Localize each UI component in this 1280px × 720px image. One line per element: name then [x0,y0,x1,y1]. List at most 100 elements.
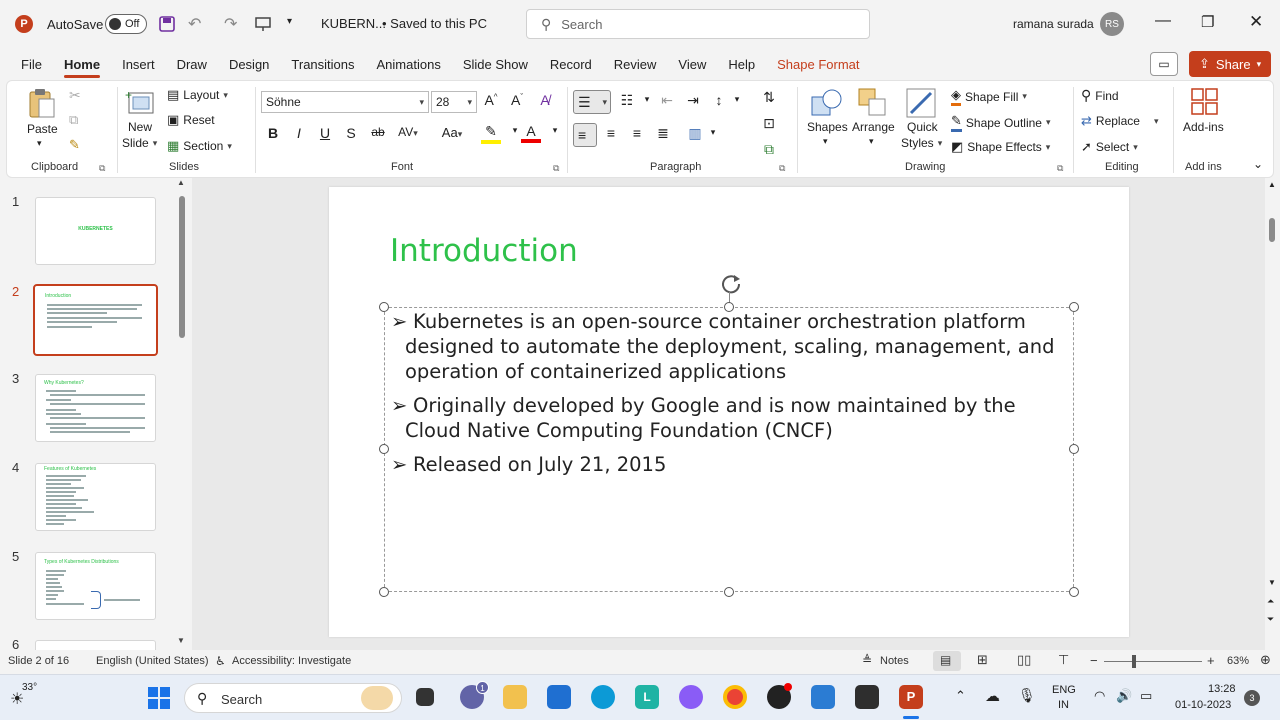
scroll-up-icon[interactable]: ▲ [177,178,185,187]
volume-icon[interactable]: 🔊 [1116,688,1132,704]
search-box[interactable]: ⚲ Search [526,9,870,39]
new-slide-label-2[interactable]: Slide ▾ [122,136,157,150]
scroll-down-icon[interactable]: ▼ [177,636,185,645]
slide-title[interactable]: Introduction [390,233,578,269]
avatar[interactable]: RS [1100,12,1124,36]
dialog-launcher-icon[interactable]: ⧉ [1057,163,1063,174]
add-ins-label[interactable]: Add-ins [1183,120,1224,134]
decrease-indent-icon[interactable]: ⇤ [657,92,677,109]
user-name[interactable]: ramana surada [1013,17,1094,31]
line-spacing-icon[interactable]: ↕ [709,92,729,108]
new-slide-icon[interactable]: + [125,87,157,117]
language-status[interactable]: English (United States) [96,655,209,667]
slideshow-icon[interactable]: ⊤ [1058,652,1069,668]
dialog-launcher-icon[interactable]: ⧉ [99,163,105,174]
copy-icon[interactable]: ⧉ [69,112,78,128]
language-region[interactable]: IN [1058,699,1069,711]
cut-icon[interactable]: ✂ [69,87,81,104]
powerpoint-taskbar-icon[interactable]: P [899,685,923,709]
windows-start-icon[interactable] [147,686,171,710]
strikethrough-button[interactable]: ab [368,125,388,139]
notes-icon[interactable]: ≜ [862,653,872,667]
quick-label[interactable]: Quick [907,120,938,134]
chevron-down-icon[interactable]: ▾ [823,136,828,147]
thumbnails-scrollbar-thumb[interactable] [179,196,185,338]
format-painter-icon[interactable]: ✎ [69,137,80,153]
restore-icon[interactable]: ❐ [1201,13,1214,31]
font-size-field[interactable]: 28 ▾ [431,91,477,113]
store-icon[interactable] [547,685,571,709]
tab-slide-show[interactable]: Slide Show [452,48,539,80]
shape-effects-button[interactable]: ◩ Shape Effects ▾ [951,139,1050,155]
language-indicator[interactable]: ENG [1052,684,1076,696]
chevron-down-icon[interactable]: ▾ [637,94,657,105]
chevron-down-icon[interactable]: ▾ [545,125,565,136]
app-l-icon[interactable]: L [635,685,659,709]
underline-button[interactable]: U [315,125,335,141]
onedrive-icon[interactable]: ☁ [985,687,1000,705]
slide-thumbnail-1[interactable]: KUBERNETES [35,197,156,265]
tab-view[interactable]: View [667,48,717,80]
bullets-button[interactable]: ☰ ▾ [573,90,611,114]
select-button[interactable]: ➚ Select ▾ [1081,139,1138,155]
slide-sorter-icon[interactable]: ⊞ [977,652,988,668]
file-explorer-icon[interactable] [503,685,527,709]
accessibility-icon[interactable]: ♿ [215,654,226,668]
bold-button[interactable]: B [263,125,283,141]
chrome-icon[interactable] [723,685,747,709]
notepad-icon[interactable] [811,685,835,709]
fit-to-window-icon[interactable]: ⊕ [1260,652,1271,668]
find-button[interactable]: ⚲ Find [1081,87,1119,104]
terminal-icon[interactable] [855,685,879,709]
slide-thumbnail-3[interactable]: Why Kubernetes? [35,374,156,442]
tab-home[interactable]: Home [53,48,111,80]
add-ins-icon[interactable] [1190,87,1220,117]
minimize-icon[interactable]: — [1155,12,1171,30]
tab-file[interactable]: File [10,48,53,80]
next-slide-icon[interactable]: ⏷ [1267,614,1274,625]
tab-draw[interactable]: Draw [166,48,218,80]
tab-shape-format[interactable]: Shape Format [766,48,870,80]
normal-view-button[interactable]: ▤ [933,651,961,671]
italic-button[interactable]: I [289,125,309,141]
chevron-down-icon[interactable]: ▾ [869,136,874,147]
columns-icon[interactable]: ▥ [685,125,705,142]
task-view-icon[interactable] [416,688,434,706]
text-direction-icon[interactable]: ⇅ [759,89,779,106]
chevron-down-icon[interactable]: ▾ [727,94,747,105]
slide-scrollbar-thumb[interactable] [1269,218,1275,242]
copilot-icon[interactable] [679,685,703,709]
font-name-field[interactable]: Söhne ▾ [261,91,429,113]
shapes-icon[interactable] [810,87,844,119]
replace-button[interactable]: ⇄ Replace ▾ [1081,113,1158,129]
chevron-up-icon[interactable]: ⌃ [955,688,966,704]
highlight-icon[interactable]: ✎ [481,123,501,144]
dialog-launcher-icon[interactable]: ⧉ [779,163,785,174]
previous-slide-icon[interactable]: ⏶ [1267,596,1274,607]
increase-indent-icon[interactable]: ⇥ [683,92,703,109]
resize-handle-top-right[interactable] [1069,302,1079,312]
align-right-icon[interactable]: ≡ [627,125,647,141]
shape-outline-button[interactable]: ✎ Shape Outline ▾ [951,113,1051,132]
edge-icon[interactable] [591,685,615,709]
zoom-level[interactable]: 63% [1227,655,1249,667]
customize-qat-icon[interactable]: ▾ [287,16,292,27]
weather-temp[interactable]: 33° [22,682,37,693]
arrange-label[interactable]: Arrange [852,120,895,134]
zoom-in-icon[interactable]: + [1207,653,1215,668]
reset-button[interactable]: ▣ Reset [167,112,215,128]
tab-record[interactable]: Record [539,48,603,80]
arrange-icon[interactable] [857,87,889,119]
section-button[interactable]: ▦ Section ▾ [167,138,232,154]
bullet-item[interactable]: ➢ Released on July 21, 2015 [391,452,1061,477]
tab-review[interactable]: Review [603,48,668,80]
paste-icon[interactable] [27,87,57,119]
tab-help[interactable]: Help [717,48,766,80]
share-button[interactable]: ⇪ Share ▾ [1189,51,1272,77]
slide-thumbnail-6[interactable] [35,640,156,650]
zoom-out-icon[interactable]: − [1090,653,1098,668]
clear-formatting-icon[interactable]: A̸ [535,92,555,108]
align-left-button[interactable]: ≡ [573,123,597,147]
tab-transitions[interactable]: Transitions [280,48,365,80]
align-text-icon[interactable]: ⊡ [759,115,779,132]
